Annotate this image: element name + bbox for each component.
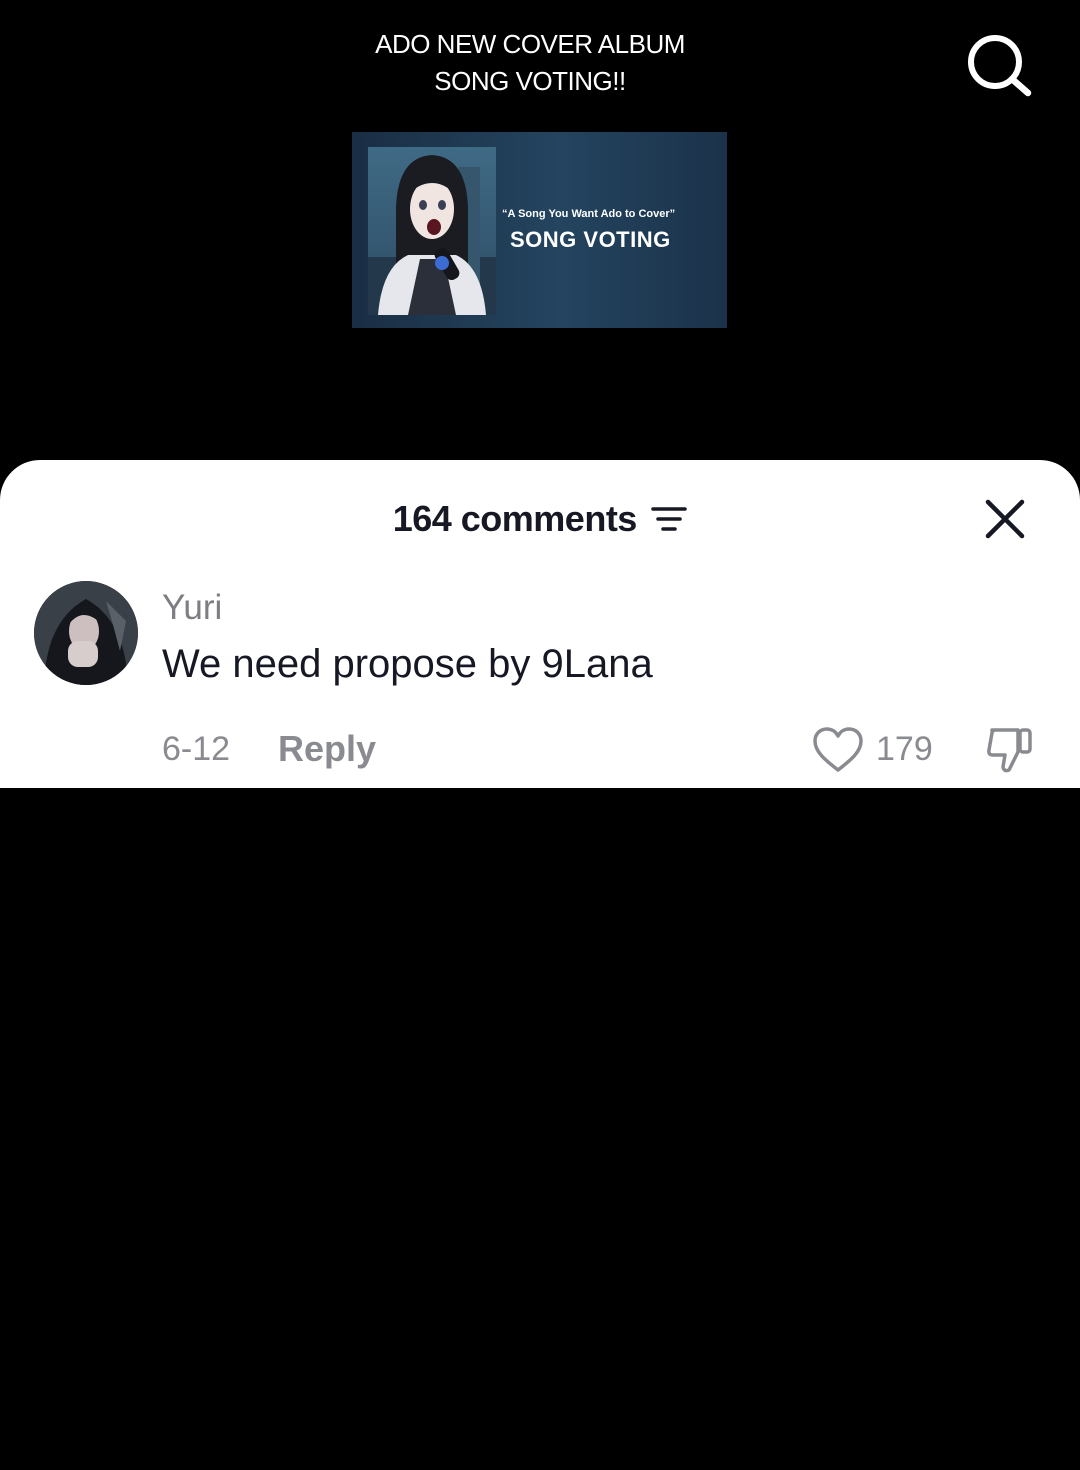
comments-sheet: 164 comments Yuri We need propose by 9La…	[0, 460, 1080, 788]
video-title-line-2: SONG VOTING!!	[434, 66, 626, 96]
close-icon	[985, 499, 1025, 539]
singer-illustration	[368, 147, 496, 315]
heart-outline-icon	[813, 727, 863, 772]
sort-lines-icon	[651, 507, 688, 531]
reply-button[interactable]: Reply	[278, 728, 376, 770]
like-button[interactable]	[812, 726, 864, 774]
avatar[interactable]	[34, 581, 138, 685]
thumbs-down-icon	[987, 728, 1032, 773]
like-count: 179	[876, 730, 933, 768]
comment-date: 6-12	[162, 730, 231, 768]
comment-text: We need propose by 9Lana	[162, 642, 653, 686]
video-title: ADO NEW COVER ALBUM SONG VOTING!!	[290, 26, 770, 100]
thumbnail-headline: SONG VOTING	[510, 227, 671, 252]
video-title-line-1: ADO NEW COVER ALBUM	[375, 29, 685, 59]
video-thumbnail[interactable]: “A Song You Want Ado to Cover” SONG VOTI…	[352, 132, 727, 328]
comments-header: 164 comments	[0, 498, 1080, 542]
sort-button[interactable]	[651, 505, 688, 533]
comment-item: Yuri We need propose by 9Lana 6-12 Reply…	[0, 580, 1080, 780]
search-button[interactable]	[962, 30, 1034, 102]
search-icon	[968, 35, 1032, 97]
comment-count: 164 comments	[392, 498, 638, 539]
thumbnail-subtitle: “A Song You Want Ado to Cover”	[502, 208, 676, 220]
dislike-button[interactable]	[984, 724, 1036, 776]
close-comments-button[interactable]	[984, 498, 1026, 540]
comment-username[interactable]: Yuri	[162, 588, 222, 628]
